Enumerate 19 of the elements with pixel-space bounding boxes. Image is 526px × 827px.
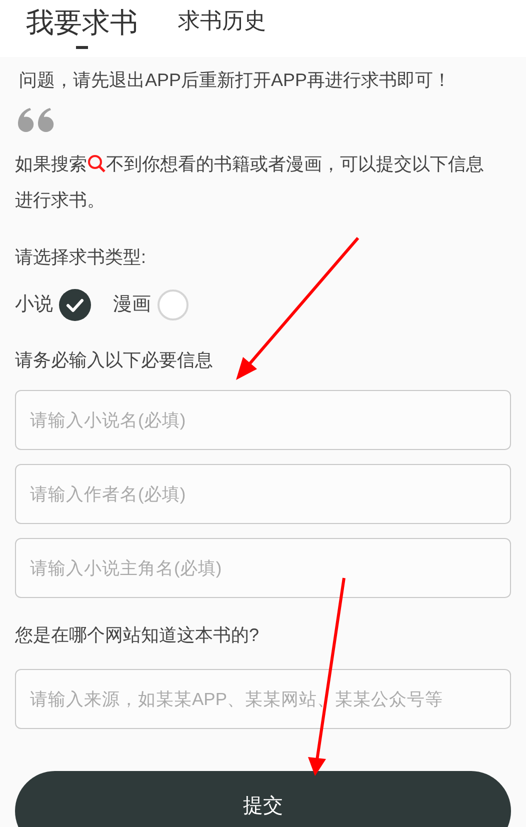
checked-radio-icon[interactable] <box>59 289 91 321</box>
input-field[interactable]: 请输入小说主角名(必填) <box>15 538 511 598</box>
option-label: 小说 <box>15 292 53 317</box>
input-field[interactable]: 请输入作者名(必填) <box>15 464 511 524</box>
input-field[interactable]: 请输入来源，如某某APP、某某网站、某某公众号等 <box>15 669 511 729</box>
option-label: 漫画 <box>113 292 151 317</box>
tab[interactable]: 求书历史 <box>178 2 266 37</box>
radio-icon[interactable] <box>157 289 189 321</box>
quote-icon <box>18 108 55 132</box>
tab[interactable]: 我要求书 <box>26 2 138 49</box>
intro-text: 如果搜索 不到你想看的书籍或者漫画，可以提交以下信息进行求书。 <box>15 153 485 212</box>
notice-text: 问题，请先退出APP后重新打开APP再进行求书即可！ <box>18 69 452 92</box>
submit-button[interactable]: 提交 <box>15 771 511 827</box>
search-icon <box>87 154 106 173</box>
input-field[interactable]: 请输入小说名(必填) <box>15 390 511 450</box>
required-prompt: 请务必输入以下必要信息 <box>15 349 214 372</box>
type-prompt: 请选择求书类型: <box>15 246 148 269</box>
tab-indicator <box>76 46 88 49</box>
source-prompt: 您是在哪个网站知道这本书的? <box>15 624 260 647</box>
